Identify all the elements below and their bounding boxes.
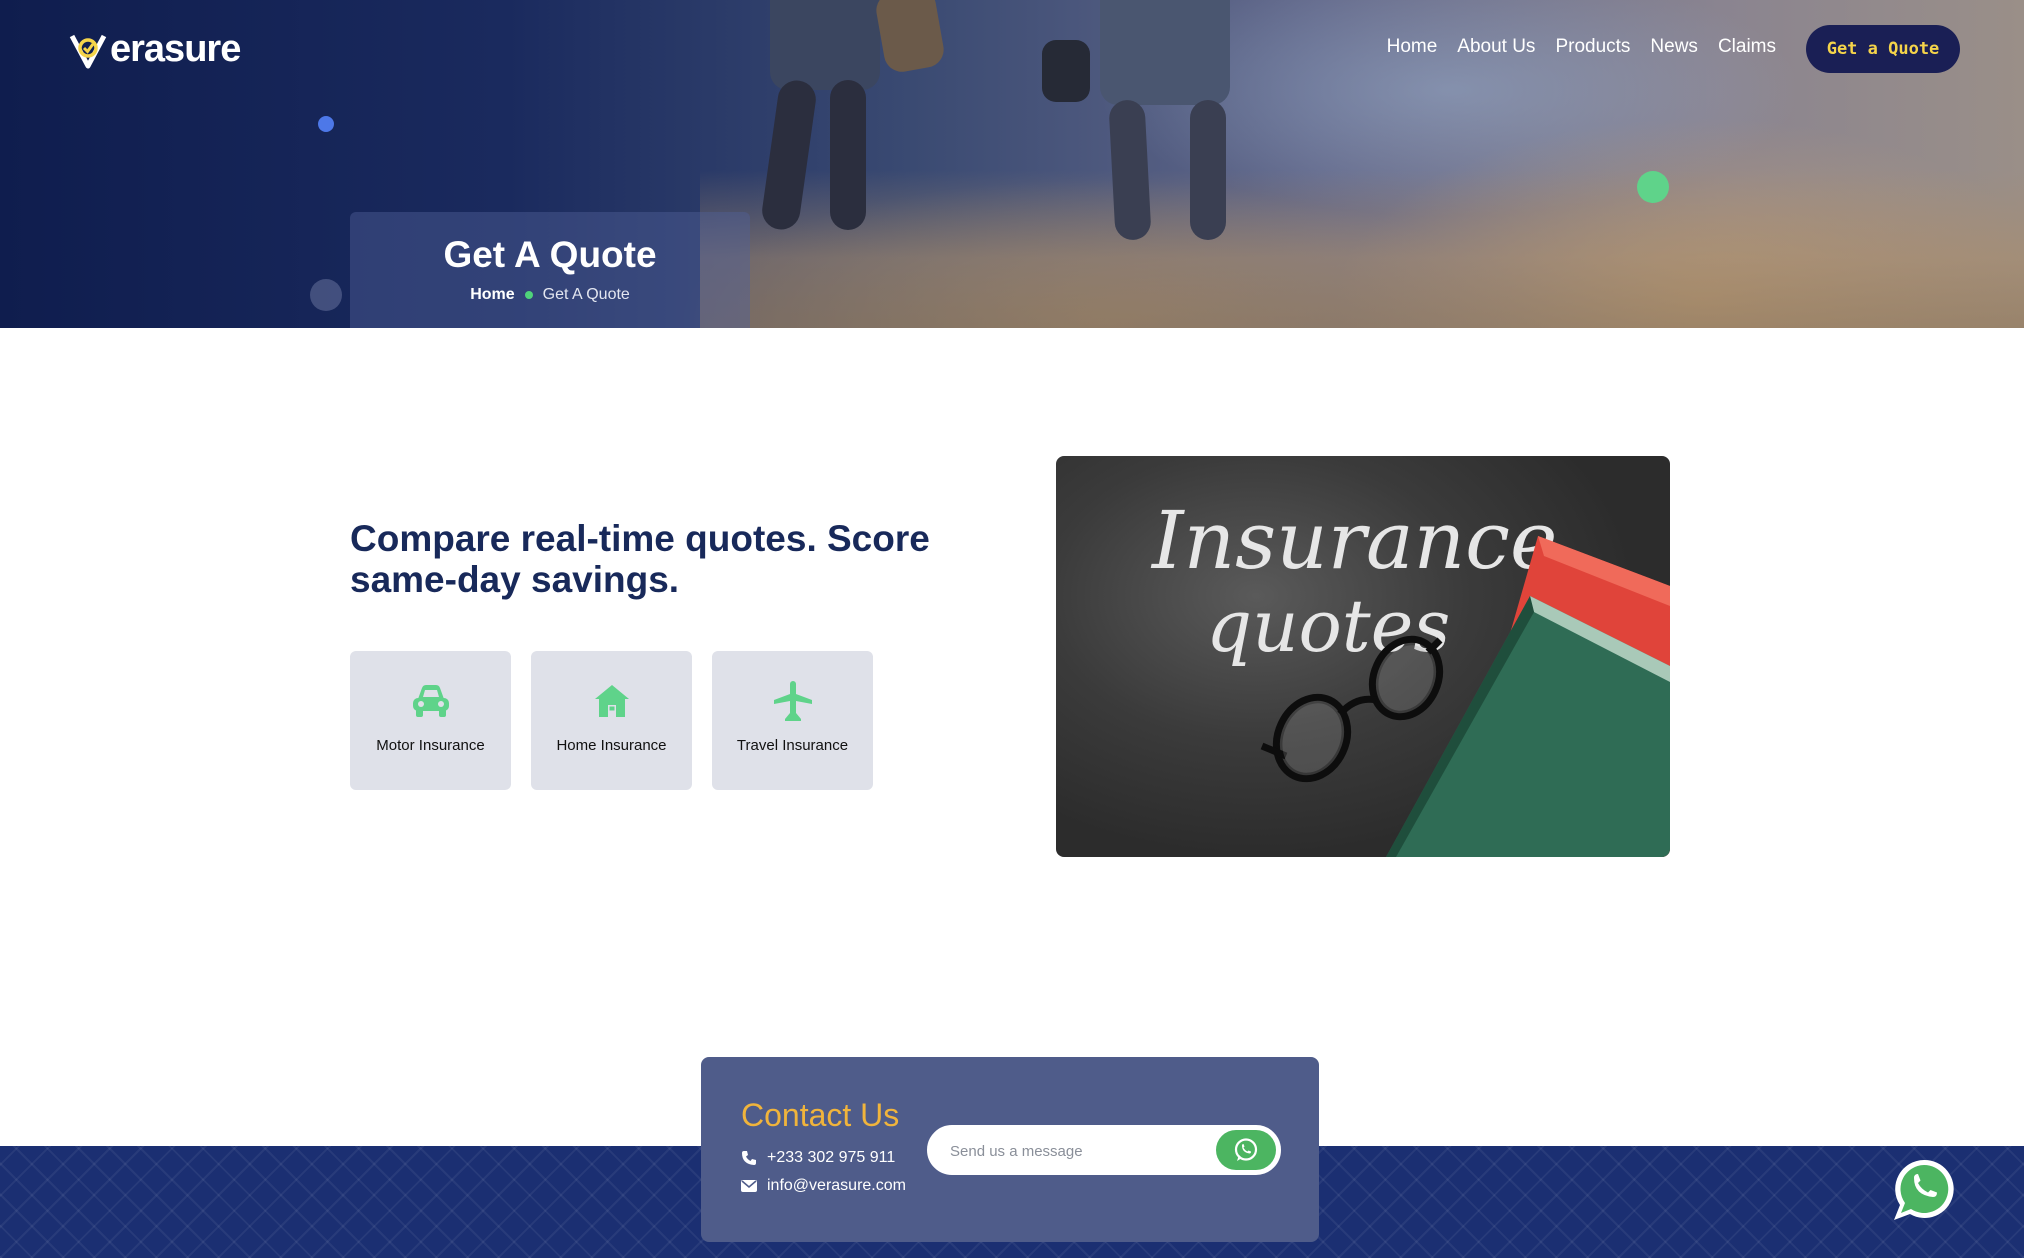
decor-dot <box>1637 171 1669 203</box>
card-home-insurance[interactable]: Home Insurance <box>531 651 692 790</box>
hero-figure <box>1190 100 1226 240</box>
section-headline: Compare real-time quotes. Score same-day… <box>350 518 930 600</box>
get-quote-button[interactable]: Get a Quote <box>1806 25 1960 73</box>
contact-title: Contact Us <box>741 1097 900 1133</box>
phone-icon <box>742 1151 756 1165</box>
nav-about-us[interactable]: About Us <box>1457 36 1535 58</box>
house-icon <box>594 681 630 721</box>
car-icon <box>410 681 452 721</box>
hero-figure <box>1100 0 1230 105</box>
card-motor-insurance[interactable]: Motor Insurance <box>350 651 511 790</box>
card-label: Motor Insurance <box>376 737 485 754</box>
nav-news[interactable]: News <box>1650 36 1698 58</box>
decor-dot <box>318 116 334 132</box>
brand-name: erasure <box>110 28 241 70</box>
card-label: Travel Insurance <box>736 737 849 754</box>
hero-banner: erasure Home About Us Products News Clai… <box>0 0 2024 328</box>
decor-dot <box>310 279 342 311</box>
airplane-icon <box>772 681 814 721</box>
insurance-quotes-photo: Insurance quotes <box>1056 456 1670 857</box>
brand-logo[interactable]: erasure <box>68 28 241 71</box>
message-input[interactable] <box>948 1128 1202 1174</box>
email-address: info@verasure.com <box>767 1177 906 1194</box>
contact-panel: Contact Us +233 302 975 911 info@verasur… <box>701 1057 1319 1242</box>
insurance-cards: Motor Insurance Home Insurance Travel In… <box>350 651 873 790</box>
phone-number: +233 302 975 911 <box>767 1149 896 1166</box>
whatsapp-floating-button[interactable] <box>1890 1156 1958 1224</box>
contact-phone[interactable]: +233 302 975 911 <box>741 1149 895 1167</box>
card-travel-insurance[interactable]: Travel Insurance <box>712 651 873 790</box>
whatsapp-icon <box>1894 1159 1954 1220</box>
nav-claims[interactable]: Claims <box>1718 36 1776 58</box>
breadcrumb-home[interactable]: Home <box>470 286 514 304</box>
breadcrumb: Home Get A Quote <box>350 286 750 304</box>
hero-bag <box>1042 40 1090 102</box>
nav-home[interactable]: Home <box>1387 36 1438 58</box>
message-box <box>927 1125 1281 1175</box>
verasure-shield-check-icon <box>69 34 107 68</box>
card-label: Home Insurance <box>556 737 667 754</box>
hero-rocks <box>700 170 2024 328</box>
whatsapp-icon <box>1234 1138 1258 1161</box>
hero-figure <box>770 0 880 90</box>
main-nav: Home About Us Products News Claims <box>1387 36 1776 58</box>
hero-bag <box>873 0 947 75</box>
breadcrumb-separator-dot <box>524 291 533 299</box>
contact-email[interactable]: info@verasure.com <box>741 1177 906 1195</box>
whatsapp-send-button[interactable] <box>1216 1130 1276 1170</box>
hero-figure <box>1108 99 1152 241</box>
nav-products[interactable]: Products <box>1555 36 1630 58</box>
envelope-icon <box>741 1180 757 1192</box>
hero-figure <box>830 80 866 230</box>
breadcrumb-current: Get A Quote <box>542 286 630 303</box>
page-title: Get A Quote <box>443 234 657 275</box>
page-title-card: Get A Quote Home Get A Quote <box>350 212 750 328</box>
chalk-text-insurance: Insurance <box>1150 494 1557 587</box>
